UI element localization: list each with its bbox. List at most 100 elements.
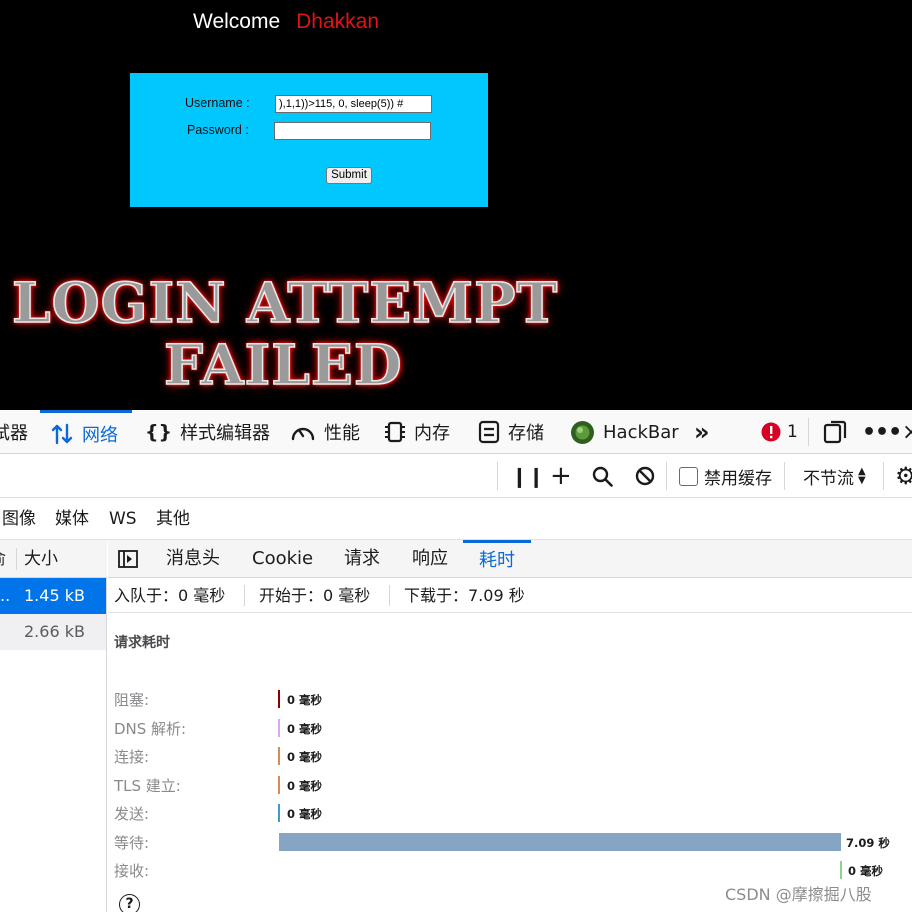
filter-media[interactable]: 媒体	[55, 498, 89, 540]
toolbar-divider	[497, 462, 498, 490]
tab-performance[interactable]: 性能	[290, 410, 360, 454]
timing-section-title: 请求耗时	[114, 635, 170, 651]
username-input[interactable]: ),1,1))>115, 0, sleep(5)) #	[275, 95, 432, 113]
timing-bar-tls	[278, 776, 280, 794]
timing-value-receive: 0 毫秒	[848, 864, 884, 878]
pause-icon[interactable]: ❙❙	[511, 454, 545, 498]
password-label: Password :	[187, 123, 249, 137]
toolbar-divider	[784, 462, 785, 490]
checkbox-box[interactable]	[679, 466, 698, 486]
tab-headers[interactable]: 消息头	[166, 540, 220, 578]
username-display: Dhakkan	[296, 10, 380, 33]
more-tabs-chevron-icon[interactable]: »	[694, 410, 710, 454]
tab-style-editor[interactable]: {} 样式编辑器	[145, 410, 270, 454]
timing-bar-send	[278, 804, 280, 822]
row-size: 1.45 kB	[24, 586, 85, 605]
timing-label-tls: TLS 建立:	[114, 777, 181, 795]
disable-cache-checkbox[interactable]: 禁用缓存	[679, 454, 772, 498]
gear-icon[interactable]: ⚙	[895, 454, 912, 498]
tab-cookies[interactable]: Cookie	[252, 540, 313, 578]
tab-label: 样式编辑器	[180, 423, 271, 444]
tab-storage[interactable]: 存储	[478, 410, 544, 454]
network-toolbar: ❙❙ + 禁用缓存 不节流 ▲ ▼ ⚙	[0, 454, 912, 498]
row-truncated-cell: ..	[0, 586, 11, 605]
toolbar-divider	[666, 462, 667, 490]
tab-timings[interactable]: 耗时	[463, 540, 531, 578]
timing-label-dns: DNS 解析:	[114, 720, 187, 738]
filter-ws[interactable]: WS	[109, 498, 137, 540]
downloaded-time: 下载于：7.09 秒	[404, 586, 525, 605]
tab-debugger[interactable]: 试器	[0, 410, 28, 454]
tab-label: 内存	[414, 423, 450, 444]
watermark: CSDN @摩擦掘八股	[725, 885, 872, 904]
request-detail-panel: 消息头 Cookie 请求 响应 耗时 入队于：0 毫秒 开始于：0 毫秒 下载…	[108, 540, 912, 912]
toolbar-divider	[808, 418, 809, 446]
disable-cache-label: 禁用缓存	[704, 468, 772, 489]
devtools-toolbar: 试器 网络 {} 样式编辑器 性能 内存 存储 HackBar » 1 ••• …	[0, 410, 912, 454]
column-divider	[16, 548, 17, 570]
tab-memory[interactable]: 内存	[384, 410, 450, 454]
timing-value-dns: 0 毫秒	[287, 722, 323, 736]
tab-network[interactable]: 网络	[40, 410, 132, 454]
request-list: 俞 大小 .. 1.45 kB 2.66 kB	[0, 540, 107, 912]
error-count: 1	[787, 422, 798, 442]
error-indicator[interactable]: 1	[761, 410, 798, 454]
timing-label-send: 发送:	[114, 805, 150, 823]
summary-divider	[244, 585, 245, 606]
tab-label: 试器	[0, 423, 28, 444]
tab-label: 网络	[82, 424, 118, 446]
tab-hackbar[interactable]: HackBar	[570, 410, 679, 454]
timing-label-blocked: 阻塞:	[114, 691, 150, 709]
timing-value-wait: 7.09 秒	[846, 836, 890, 850]
timing-bar-blocked	[278, 690, 280, 708]
welcome-banner: Welcome Dhakkan	[193, 10, 379, 34]
timing-value-tls: 0 毫秒	[287, 779, 323, 793]
started-time: 开始于：0 毫秒	[259, 586, 371, 605]
timing-label-wait: 等待:	[114, 834, 150, 852]
queued-time: 入队于：0 毫秒	[114, 586, 226, 605]
request-row[interactable]: 2.66 kB	[0, 614, 106, 650]
error-icon	[761, 422, 781, 442]
filter-other[interactable]: 其他	[156, 498, 190, 540]
timing-value-send: 0 毫秒	[287, 807, 323, 821]
tab-label: 存储	[508, 423, 544, 444]
hackbar-icon	[570, 420, 595, 445]
welcome-text: Welcome	[193, 10, 281, 33]
close-icon[interactable]: ×	[902, 410, 912, 454]
password-input[interactable]	[274, 122, 431, 140]
timing-value-blocked: 0 毫秒	[287, 693, 323, 707]
tab-label: HackBar	[603, 421, 679, 443]
filter-images[interactable]: 图像	[2, 498, 36, 540]
braces-icon: {}	[145, 421, 173, 443]
timing-bar-wait	[279, 833, 841, 851]
throttle-select[interactable]: 不节流 ▲ ▼	[803, 454, 866, 498]
timing-bar-receive	[840, 861, 842, 879]
devtools-panel: 试器 网络 {} 样式编辑器 性能 内存 存储 HackBar » 1 ••• …	[0, 410, 912, 912]
request-list-header: 俞 大小	[0, 540, 107, 578]
tab-request[interactable]: 请求	[344, 540, 380, 578]
responsive-mode-icon[interactable]	[823, 410, 847, 454]
login-failed-line2: FAILED	[163, 331, 403, 398]
search-icon[interactable]	[592, 454, 613, 498]
column-header-partial: 俞	[0, 540, 6, 578]
more-options-icon[interactable]: •••	[862, 410, 902, 454]
up-down-arrows-icon: ▲ ▼	[858, 466, 866, 486]
summary-divider	[389, 585, 390, 606]
username-label: Username :	[185, 96, 250, 110]
memory-icon	[384, 420, 406, 444]
column-header-size[interactable]: 大小	[24, 540, 58, 578]
network-icon	[50, 422, 74, 446]
help-icon[interactable]: ?	[119, 894, 140, 912]
tab-response[interactable]: 响应	[412, 540, 448, 578]
timing-bar-dns	[278, 719, 280, 737]
toggle-sidebar-icon[interactable]	[118, 540, 138, 578]
timing-value-connect: 0 毫秒	[287, 750, 323, 764]
submit-button[interactable]: Submit	[326, 167, 372, 184]
add-request-icon[interactable]: +	[550, 454, 572, 498]
toolbar-divider	[883, 462, 884, 490]
storage-icon	[478, 420, 500, 444]
throttle-label: 不节流	[803, 468, 854, 489]
timing-label-connect: 连接:	[114, 748, 150, 766]
clear-icon[interactable]	[635, 454, 655, 498]
request-row[interactable]: .. 1.45 kB	[0, 578, 106, 614]
